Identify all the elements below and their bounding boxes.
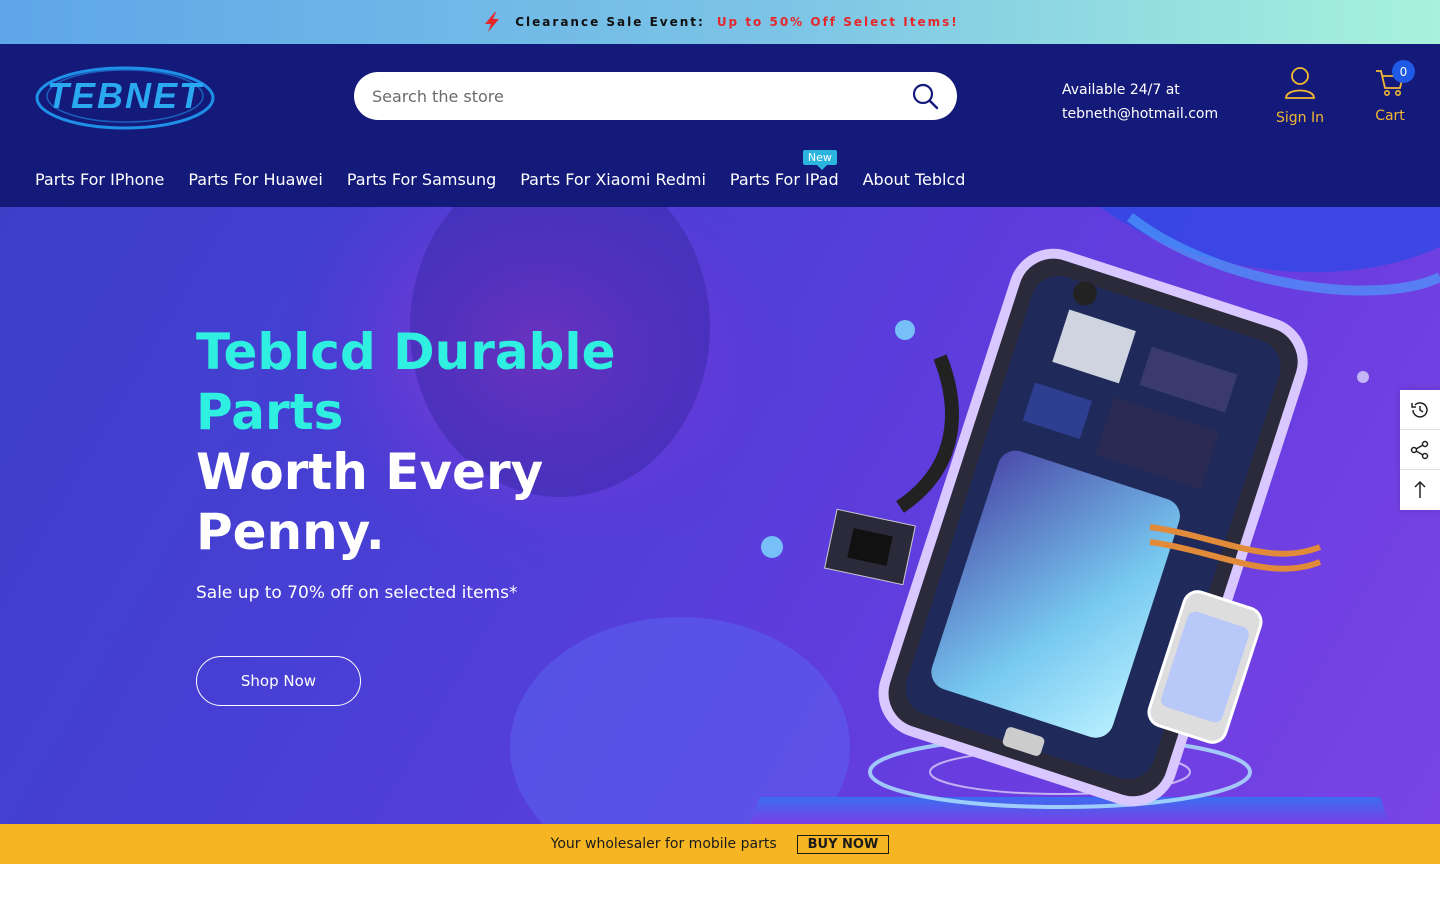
announcement-bar: Clearance Sale Event: Up to 50% Off Sele… (0, 0, 1440, 44)
search-bar (354, 72, 957, 120)
sign-in-button[interactable]: Sign In (1272, 66, 1328, 126)
availability-line1: Available 24/7 at (1062, 82, 1180, 98)
hero-title-highlight: Teblcd Durable Parts (196, 323, 616, 441)
nav-item-samsung[interactable]: Parts For Samsung (347, 170, 496, 189)
main-nav: Parts For IPhone Parts For Huawei Parts … (35, 150, 966, 189)
promo-text: Your wholesaler for mobile parts (550, 836, 777, 852)
shop-now-button[interactable]: Shop Now (196, 656, 361, 706)
hero-banner: Teblcd Durable Parts Worth Every Penny. … (0, 207, 1440, 824)
nav-item-about[interactable]: About Teblcd (863, 170, 966, 189)
share-icon[interactable] (1400, 430, 1440, 470)
contact-email[interactable]: tebneth@hotmail.com (1062, 102, 1218, 126)
history-icon[interactable] (1400, 390, 1440, 430)
search-input[interactable] (372, 86, 911, 106)
nav-item-xiaomi[interactable]: Parts For Xiaomi Redmi (520, 170, 706, 189)
search-icon[interactable] (911, 82, 939, 110)
user-icon (1284, 66, 1316, 104)
buy-now-button[interactable]: BUY NOW (796, 834, 890, 854)
hero-subtitle: Sale up to 70% off on selected items* (196, 583, 518, 603)
sign-in-label: Sign In (1276, 110, 1324, 126)
tebnet-logo[interactable]: TEBNET (34, 60, 216, 132)
nav-item-huawei[interactable]: Parts For Huawei (188, 170, 322, 189)
announcement-highlight[interactable]: Up to 50% Off Select Items! (717, 15, 959, 29)
hero-title-main: Worth Every Penny. (196, 443, 544, 561)
announcement-label: Clearance Sale Event: (515, 15, 705, 29)
promo-bar: Your wholesaler for mobile parts BUY NOW (0, 824, 1440, 864)
nav-item-ipad[interactable]: Parts For IPad New (729, 150, 839, 189)
site-header: TEBNET Available 24/7 at tebneth@hotmail… (0, 44, 1440, 207)
logo-text: TEBNET (47, 75, 204, 116)
cart-count-badge: 0 (1392, 60, 1415, 83)
cart-label: Cart (1375, 108, 1405, 124)
arrow-up-icon[interactable] (1400, 470, 1440, 510)
bolt-icon (481, 11, 503, 33)
side-toolbar (1400, 390, 1440, 510)
availability-info: Available 24/7 at tebneth@hotmail.com (1062, 78, 1218, 126)
cart-button[interactable]: 0 Cart (1368, 60, 1415, 124)
new-badge: New (802, 150, 837, 170)
nav-item-iphone[interactable]: Parts For IPhone (35, 170, 164, 189)
nav-item-ipad-label: Parts For IPad (729, 170, 839, 189)
